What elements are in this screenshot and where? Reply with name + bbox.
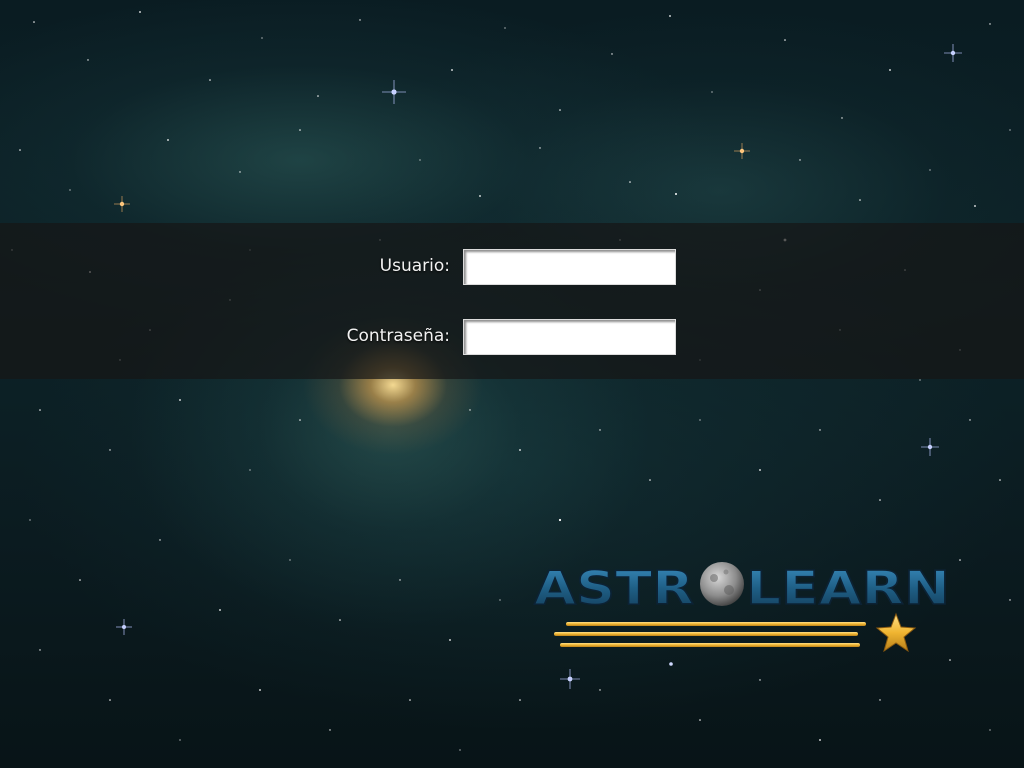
moon-icon	[700, 562, 744, 606]
star-icon	[875, 612, 917, 653]
astrolearn-logo: ASTR LEARN	[530, 558, 955, 658]
password-label: Contraseña:	[346, 326, 450, 346]
svg-text:LEARN: LEARN	[746, 561, 950, 615]
svg-text:ASTR: ASTR	[534, 561, 694, 615]
password-row: Contraseña:	[0, 319, 1024, 355]
username-label: Usuario:	[379, 256, 450, 276]
username-input[interactable]	[463, 249, 676, 285]
password-input[interactable]	[463, 319, 676, 355]
username-row: Usuario:	[0, 249, 1024, 285]
login-panel	[0, 223, 1024, 379]
